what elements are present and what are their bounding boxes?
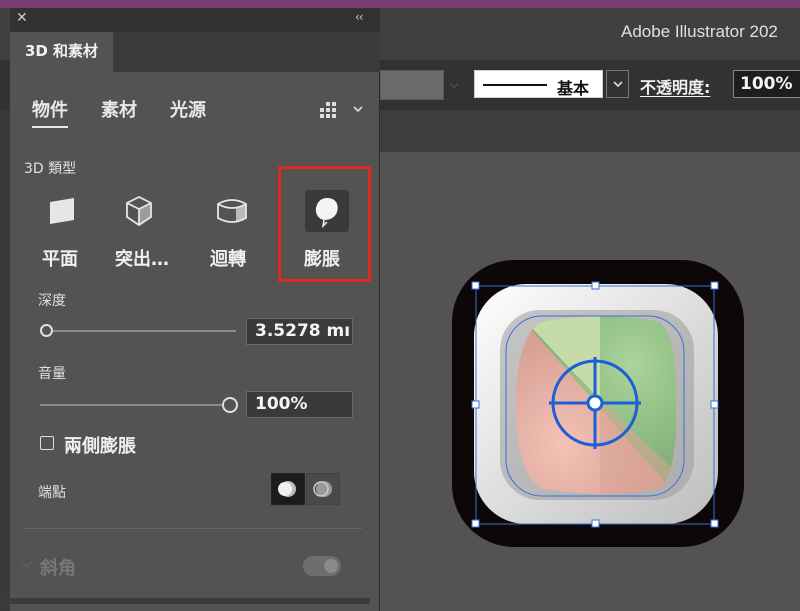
stroke-style-dropdown[interactable]: 基本: [474, 70, 603, 98]
section-divider: [24, 528, 362, 529]
volume-slider-track[interactable]: [40, 404, 230, 406]
canvas-artwork[interactable]: [450, 255, 750, 555]
revolve-icon[interactable]: [214, 196, 250, 226]
volume-input[interactable]: 100%: [246, 391, 353, 418]
close-icon[interactable]: ✕: [16, 10, 28, 26]
volume-slider-thumb[interactable]: [222, 397, 238, 413]
cap-on-button[interactable]: [271, 473, 305, 505]
stroke-style-label: 基本: [557, 79, 590, 98]
chevron-down-icon: [612, 81, 623, 88]
fill-swatch-field[interactable]: [380, 70, 444, 100]
cap-off-button[interactable]: [306, 473, 340, 505]
stroke-style-chevron-button[interactable]: [606, 70, 629, 98]
type-revolve-label[interactable]: 迴轉: [210, 245, 246, 271]
tab-lighting[interactable]: 光源: [170, 96, 206, 122]
render-settings-menu-button[interactable]: [316, 100, 364, 124]
app-title: Adobe Illustrator 202: [621, 22, 778, 41]
os-menubar-strip: [0, 0, 800, 8]
type-plane-label[interactable]: 平面: [42, 245, 78, 271]
tab-object[interactable]: 物件: [32, 96, 68, 128]
bevel-expand-chevron-icon[interactable]: ⌵: [22, 556, 32, 571]
tab-3d-materials[interactable]: 3D 和素材: [10, 32, 113, 72]
panel-tab-bar: 3D 和素材: [10, 32, 380, 72]
3d-type-label: 3D 類型: [24, 161, 77, 177]
render-grid-icon: [320, 102, 363, 118]
type-inflate-label[interactable]: 膨脹: [304, 245, 340, 271]
inflate-both-sides-label[interactable]: 兩側膨脹: [64, 432, 136, 458]
cap-off-icon: [313, 481, 332, 497]
tab-materials[interactable]: 素材: [101, 96, 137, 122]
extrude-icon[interactable]: [121, 195, 155, 227]
bevel-toggle[interactable]: [303, 556, 341, 576]
volume-label: 音量: [38, 366, 66, 382]
depth-slider-thumb[interactable]: [40, 324, 53, 337]
depth-input[interactable]: 3.5278 mı: [246, 318, 353, 345]
opacity-label[interactable]: 不透明度:: [640, 74, 710, 98]
bevel-toggle-knob: [324, 559, 338, 573]
bevel-label[interactable]: 斜角: [40, 554, 76, 580]
panel-header: ✕ ‹‹: [10, 8, 380, 32]
panel-bottom-edge: [0, 598, 370, 604]
inflate-both-sides-checkbox[interactable]: [40, 436, 54, 450]
plane-icon[interactable]: [46, 196, 78, 226]
stroke-preview-line: [483, 84, 547, 86]
type-extrude-label[interactable]: 突出…: [115, 245, 169, 271]
document-tab-strip: [380, 110, 800, 152]
left-toolbar-edge: [0, 110, 10, 611]
collapse-icon[interactable]: ‹‹: [355, 10, 364, 24]
cap-on-icon: [278, 481, 296, 497]
chevron-down-icon[interactable]: ⌵: [444, 70, 464, 98]
cap-label: 端點: [38, 485, 66, 501]
depth-label: 深度: [38, 293, 66, 309]
depth-slider-track[interactable]: [46, 330, 236, 332]
chevron-down-icon: [353, 106, 363, 113]
opacity-input[interactable]: 100%: [733, 70, 800, 98]
inflate-icon[interactable]: [313, 196, 341, 228]
